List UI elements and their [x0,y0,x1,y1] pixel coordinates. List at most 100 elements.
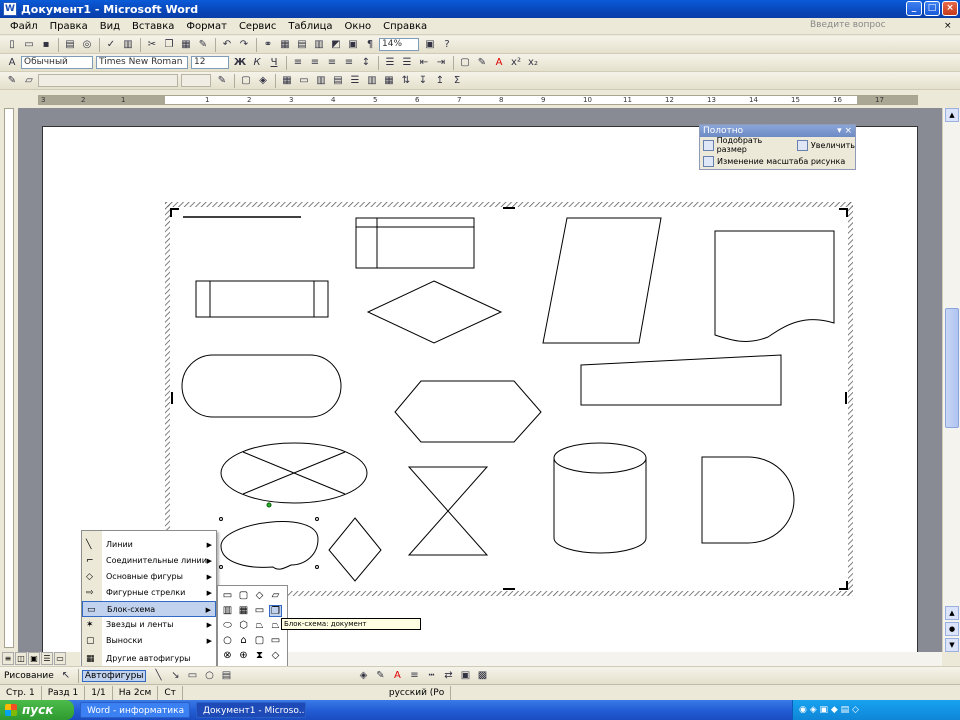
collate-shape[interactable] [407,466,489,556]
table-icon[interactable]: ▦ [277,38,293,52]
distribute-rows-icon[interactable]: ☰ [347,74,363,88]
data-shape[interactable] [542,217,662,344]
summing-junction-shape[interactable] [220,442,368,504]
menu-item-block-arrows[interactable]: ⇨ Фигурные стрелки ▶ [82,585,216,601]
redo-icon[interactable]: ↷ [236,38,252,52]
scale-button[interactable]: Изменение масштаба рисунка [717,157,845,166]
arrow-style-icon[interactable]: ⇄ [440,669,456,683]
indent-icon[interactable]: ⇥ [433,56,449,70]
internal-storage-icon[interactable]: ▦ [237,605,250,617]
reading-icon[interactable]: ▣ [422,38,438,52]
new-icon[interactable]: ▯ [4,38,20,52]
scroll-up-button[interactable]: ▲ [945,108,959,122]
preparation-shape[interactable] [394,380,542,443]
draw-font-color-icon[interactable]: A [389,669,405,683]
normal-view-icon[interactable]: ≡ [2,652,14,665]
expand-button[interactable]: Увеличить [811,141,855,150]
autoshapes-menu-button[interactable]: Автофигуры [81,669,147,682]
prev-page-button[interactable]: ▲ [945,606,959,620]
shadow-icon[interactable]: ▣ [457,669,473,683]
preparation-icon[interactable]: ⬡ [237,620,250,632]
document-shape[interactable] [714,230,835,342]
spelling-icon[interactable]: ✓ [103,38,119,52]
predefined-process-icon[interactable]: ▥ [221,605,234,617]
help-question-input[interactable]: Введите вопрос [810,20,930,33]
size-combo[interactable]: 12 [191,56,229,69]
excel-icon[interactable]: ▤ [294,38,310,52]
minimize-button[interactable]: _ [906,1,922,16]
menu-help[interactable]: Справка [377,21,433,32]
line-weight-combo[interactable] [181,74,211,87]
menu-file[interactable]: Файл [4,21,44,32]
reading-view-icon[interactable]: ▭ [54,652,66,665]
merge-cells-icon[interactable]: ▭ [296,74,312,88]
menu-table[interactable]: Таблица [282,21,338,32]
draw-table-icon[interactable]: ✎ [4,74,20,88]
offpage-connector-icon[interactable]: ⌂ [237,635,250,647]
font-color-icon[interactable]: A [491,56,507,70]
dash-style-icon[interactable]: ┅ [423,669,439,683]
line-style-combo[interactable] [38,74,178,87]
bullets-icon[interactable]: ☰ [399,56,415,70]
print-icon[interactable]: ▤ [62,38,78,52]
save-icon[interactable]: ▪ [38,38,54,52]
summing-junction-icon[interactable]: ⊗ [221,650,234,662]
document-shape-icon[interactable]: ▭ [253,605,266,617]
subscript-icon[interactable]: x₂ [525,56,541,70]
preview-icon[interactable]: ◎ [79,38,95,52]
fit-button[interactable]: Подобрать размер [717,136,792,154]
menu-item-callouts[interactable]: ▢ Выноски ▶ [82,633,216,649]
vertical-scrollbar[interactable]: ▲ ▲ ● ▼ [942,108,960,652]
fill-color-icon[interactable]: ◈ [355,669,371,683]
shading-icon[interactable]: ◈ [255,74,271,88]
sort-asc-icon[interactable]: ↧ [415,74,431,88]
distribute-cols-icon[interactable]: ▥ [364,74,380,88]
document-close-button[interactable]: × [944,21,954,31]
cut-icon[interactable]: ✂ [144,38,160,52]
line-tool-icon[interactable]: ╲ [150,669,166,683]
manual-input-icon[interactable]: ⏢ [253,620,266,632]
menu-item-flowchart[interactable]: ▭ Блок-схема ▶ [82,601,216,617]
outdent-icon[interactable]: ⇤ [416,56,432,70]
bold-icon[interactable]: Ж [232,56,248,70]
canvas-toolbar-close[interactable]: ▾ × [837,125,852,137]
justify-icon[interactable]: ≡ [341,56,357,70]
drawing-icon[interactable]: ◩ [328,38,344,52]
print-view-icon[interactable]: ▣ [28,652,40,665]
terminator-icon[interactable]: ⬭ [221,620,234,632]
highlight-icon[interactable]: ✎ [474,56,490,70]
rectangle-tool-icon[interactable]: ▭ [184,669,200,683]
sort-icon[interactable]: ◇ [269,650,282,662]
open-icon[interactable]: ▭ [21,38,37,52]
alternate-process-icon[interactable]: ▢ [237,590,250,602]
menu-item-stars[interactable]: ✶ Звезды и ленты ▶ [82,617,216,633]
align-right-icon[interactable]: ≡ [324,56,340,70]
maximize-button[interactable]: □ [924,1,940,16]
select-objects-icon[interactable]: ↖ [58,669,74,683]
tray-icons[interactable]: ◉ ◈ ▣ ◆ ▤ ◇ [799,705,859,715]
or-icon[interactable]: ⊕ [237,650,250,662]
style-combo[interactable]: Обычный [21,56,93,69]
predefined-process-shape[interactable] [195,280,329,318]
manual-input-shape[interactable] [580,354,782,406]
format-painter-icon[interactable]: ✎ [195,38,211,52]
outline-view-icon[interactable]: ☰ [41,652,53,665]
pilcrow-icon[interactable]: ¶ [362,38,378,52]
align-cell-icon[interactable]: ▤ [330,74,346,88]
split-cells-icon[interactable]: ▥ [313,74,329,88]
sum-icon[interactable]: Σ [449,74,465,88]
underline-icon[interactable]: Ч [266,56,282,70]
menu-insert[interactable]: Вставка [126,21,180,32]
numbering-icon[interactable]: ☰ [382,56,398,70]
decision-shape[interactable] [366,280,503,344]
menu-view[interactable]: Вид [94,21,126,32]
selected-shape[interactable] [219,502,319,570]
paste-icon[interactable]: ▦ [178,38,194,52]
menu-item-lines[interactable]: ╲ Линии ▶ [82,537,216,553]
map-icon[interactable]: ▣ [345,38,361,52]
terminator-shape[interactable] [181,354,342,418]
eraser-icon[interactable]: ▱ [21,74,37,88]
superscript-icon[interactable]: x² [508,56,524,70]
undo-icon[interactable]: ↶ [219,38,235,52]
text-direction-icon[interactable]: ⇅ [398,74,414,88]
